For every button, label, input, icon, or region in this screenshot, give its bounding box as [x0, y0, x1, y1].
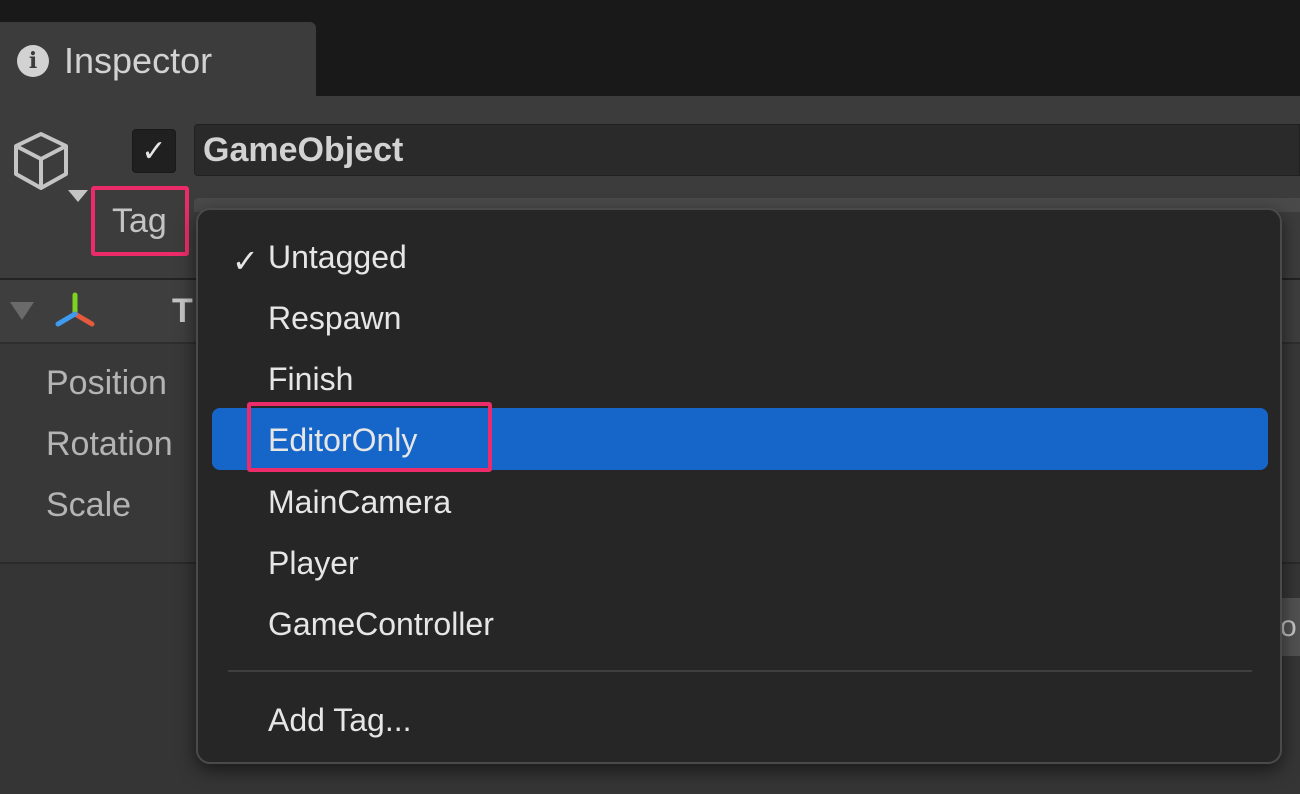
tab-label: Inspector	[64, 40, 213, 81]
tag-dropdown-menu: ✓ Untagged Respawn Finish EditorOnly Mai…	[196, 208, 1282, 764]
editoronly-highlight-box	[247, 402, 492, 472]
property-scale-label: Scale	[46, 486, 132, 524]
menu-item-finish[interactable]: Finish	[268, 359, 353, 399]
object-name-field[interactable]: GameObject	[194, 124, 1300, 176]
button-fragment: o	[1280, 610, 1297, 643]
transform-title: T	[172, 292, 193, 330]
cube-icon	[14, 132, 68, 190]
info-icon: i	[17, 45, 49, 77]
tag-highlight-box	[91, 186, 189, 256]
transform-axis-icon	[55, 292, 95, 327]
checkmark-icon: ✓	[232, 243, 259, 279]
menu-item-respawn[interactable]: Respawn	[268, 298, 401, 338]
property-rotation-label: Rotation	[46, 425, 173, 463]
property-position-label: Position	[46, 364, 167, 402]
fold-arrow-icon[interactable]	[68, 190, 88, 202]
menu-item-maincamera[interactable]: MainCamera	[268, 482, 451, 522]
menu-item-untagged[interactable]: Untagged	[268, 237, 407, 277]
menu-separator	[228, 670, 1252, 672]
menu-item-player[interactable]: Player	[268, 543, 359, 583]
active-checkbox[interactable]: ✓	[132, 129, 176, 173]
menu-item-gamecontroller[interactable]: GameController	[268, 604, 494, 644]
collapse-arrow-icon[interactable]	[10, 302, 34, 320]
check-icon: ✓	[141, 134, 167, 168]
menu-item-add-tag[interactable]: Add Tag...	[268, 700, 412, 740]
tab-inspector[interactable]: i Inspector	[0, 22, 316, 96]
